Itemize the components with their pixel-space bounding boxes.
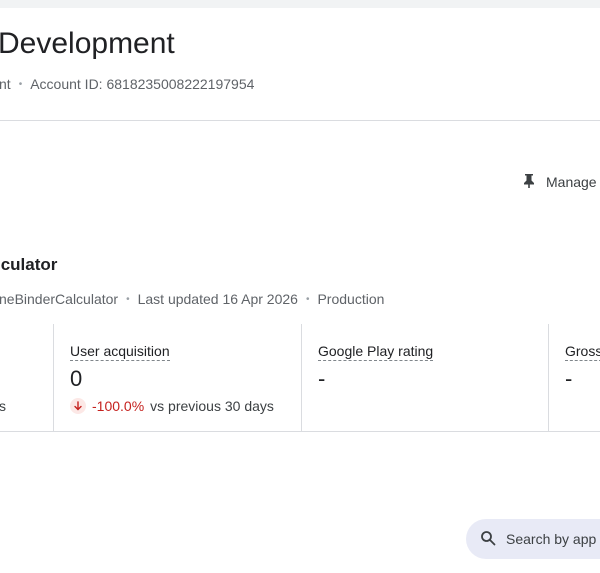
separator-dot: •	[18, 78, 23, 90]
metric-card-rating[interactable]: Google Play rating -	[302, 324, 549, 431]
search-placeholder: Search by app	[506, 531, 597, 547]
metric-value: -	[565, 366, 573, 391]
arrow-down-icon	[70, 398, 86, 414]
manage-button[interactable]: Manage	[514, 168, 600, 196]
account-id: Account ID: 6818235008222197954	[30, 76, 255, 92]
pin-icon	[522, 173, 536, 192]
metric-card-user-acquisition[interactable]: User acquisition 0 -100.0% vs previous 3…	[54, 324, 302, 431]
change-percent: -100.0%	[92, 398, 145, 414]
manage-label: Manage	[546, 174, 597, 190]
metric-card-partial: s	[0, 324, 54, 431]
metric-label[interactable]: User acquisition	[70, 343, 170, 361]
top-strip	[0, 0, 600, 8]
search-icon	[480, 530, 496, 549]
header-divider	[0, 120, 600, 121]
search-input[interactable]: Search by app	[466, 519, 600, 559]
developer-title: Development	[0, 27, 175, 60]
metric-label[interactable]: Google Play rating	[318, 343, 434, 361]
metric-card-gross[interactable]: Gross -	[549, 324, 600, 431]
app-track: Production	[317, 291, 385, 307]
change-suffix: vs previous 30 days	[150, 398, 274, 414]
app-last-updated: Last updated 16 Apr 2026	[137, 291, 298, 307]
metric-value: -	[318, 366, 326, 391]
metric-label[interactable]: Gross	[565, 343, 600, 361]
app-meta: neBinderCalculator • Last updated 16 Apr…	[0, 289, 384, 309]
separator-dot: •	[126, 293, 130, 305]
account-type: nt	[0, 76, 11, 92]
metric-partial-text: s	[0, 398, 6, 414]
developer-meta: nt • Account ID: 6818235008222197954	[0, 74, 254, 94]
app-package: neBinderCalculator	[0, 291, 119, 307]
app-title[interactable]: lculator	[0, 254, 57, 276]
metric-value: 0	[70, 366, 83, 391]
metric-change: -100.0% vs previous 30 days	[70, 396, 274, 416]
separator-dot: •	[305, 293, 310, 305]
metrics-row: s User acquisition 0 -100.0% vs previous…	[0, 324, 600, 432]
page: Development nt • Account ID: 68182350082…	[0, 0, 600, 573]
